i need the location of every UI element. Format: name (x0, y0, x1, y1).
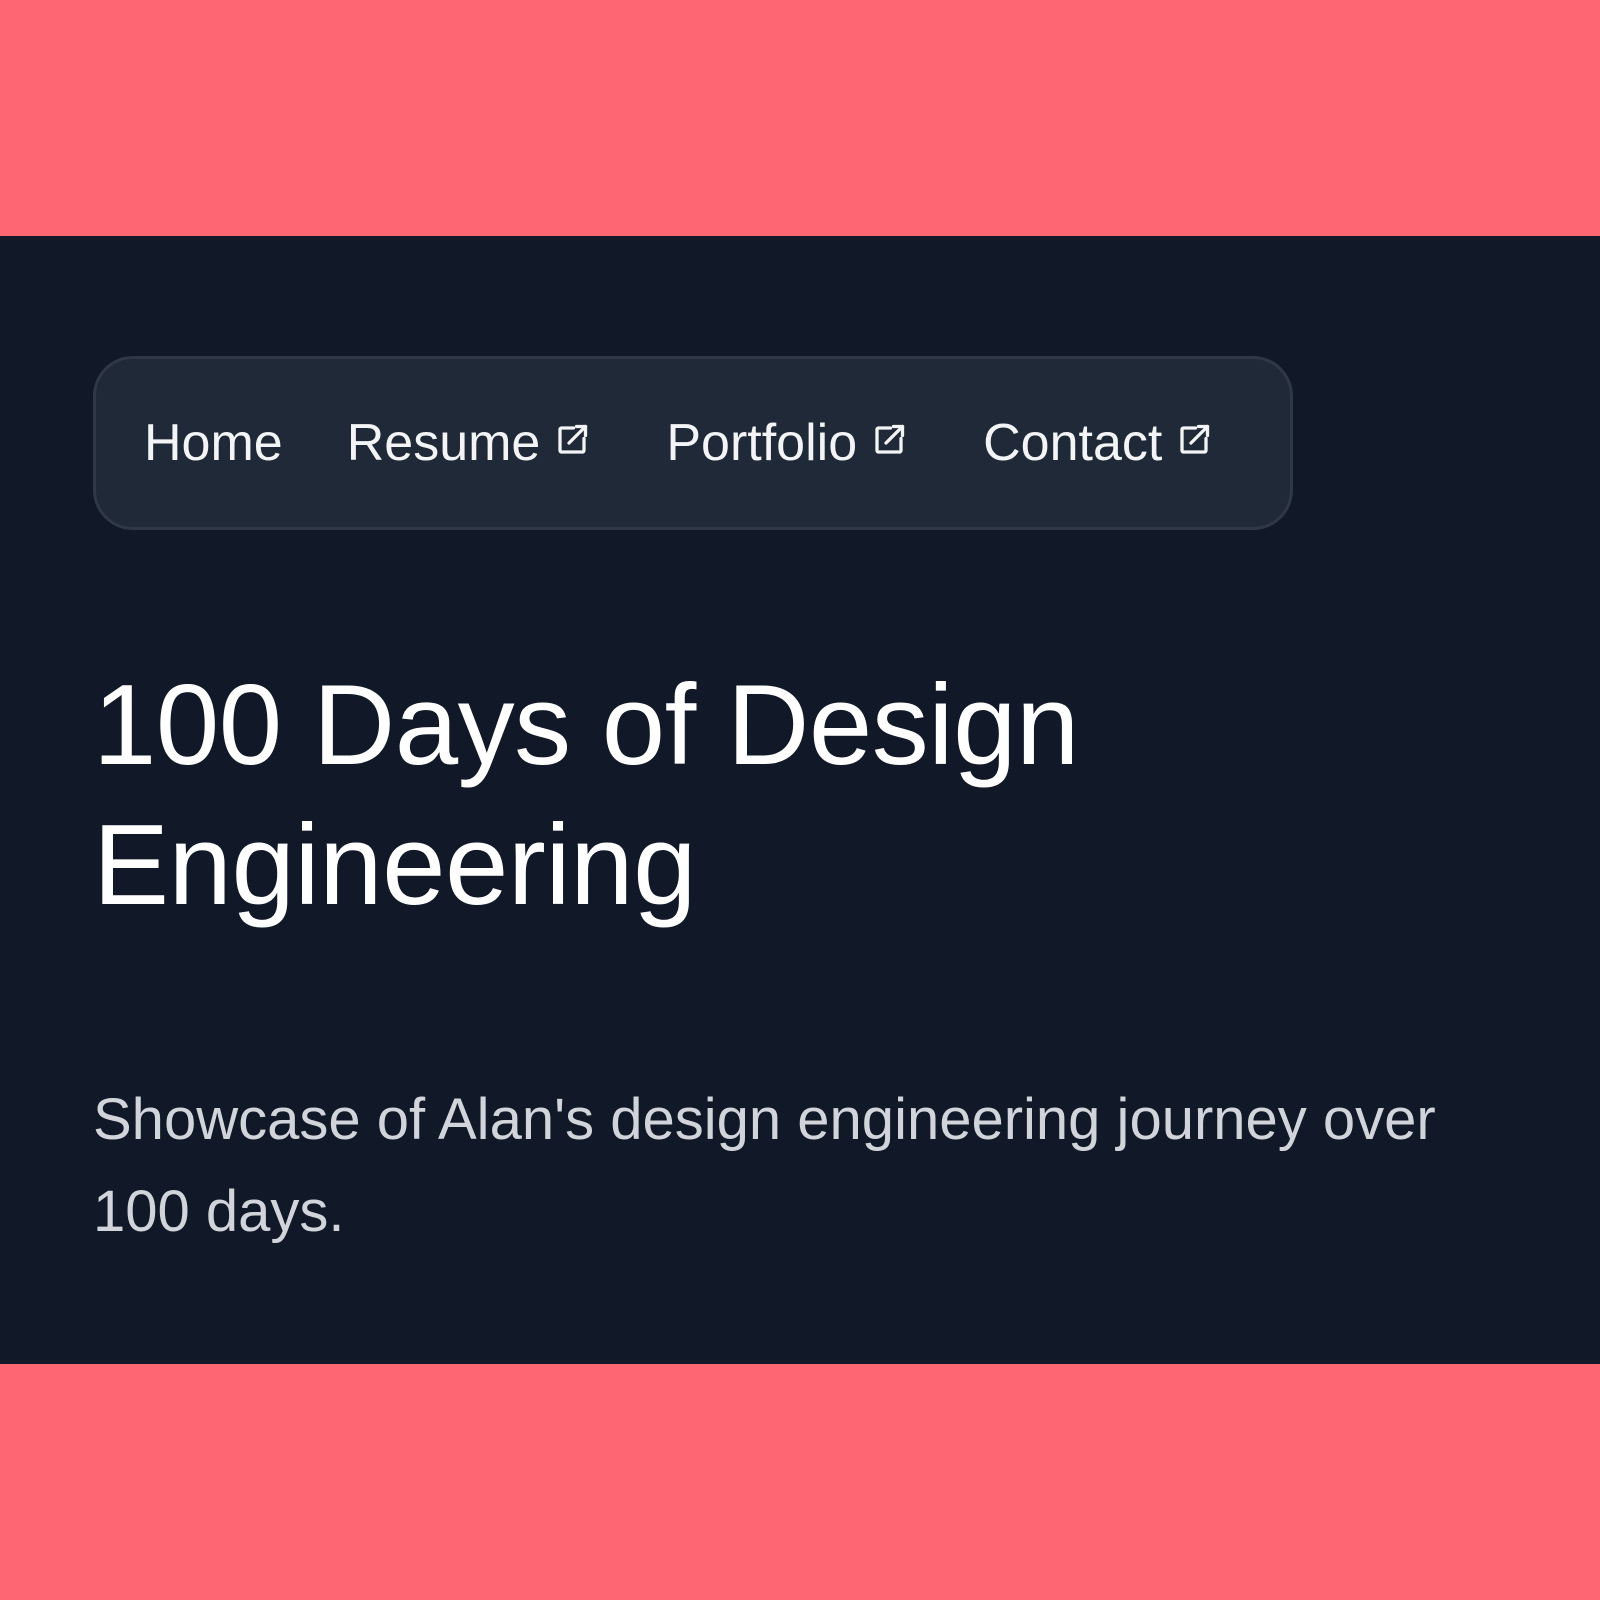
nav-item-label: Home (144, 414, 283, 472)
page-content: Home Resume Portfolio Contact 100 Days o… (0, 236, 1600, 1364)
nav-item-resume[interactable]: Resume (347, 413, 591, 473)
page-title: 100 Days of Design Engineering (93, 662, 1079, 929)
nav-item-home[interactable]: Home (144, 413, 283, 473)
page-description: Showcase of Alan's design engineering jo… (93, 1087, 1436, 1244)
nav-item-portfolio[interactable]: Portfolio (666, 413, 907, 473)
nav-item-contact[interactable]: Contact (983, 413, 1212, 473)
nav-item-label: Portfolio (666, 414, 858, 472)
external-link-icon (554, 422, 590, 458)
external-link-icon (871, 422, 907, 458)
nav-item-label: Contact (983, 414, 1163, 472)
top-margin-band (0, 0, 1600, 236)
nav-item-label: Resume (346, 414, 541, 472)
main-navigation: Home Resume Portfolio Contact (93, 356, 1293, 530)
bottom-margin-band (0, 1364, 1600, 1600)
external-link-icon (1176, 422, 1212, 458)
